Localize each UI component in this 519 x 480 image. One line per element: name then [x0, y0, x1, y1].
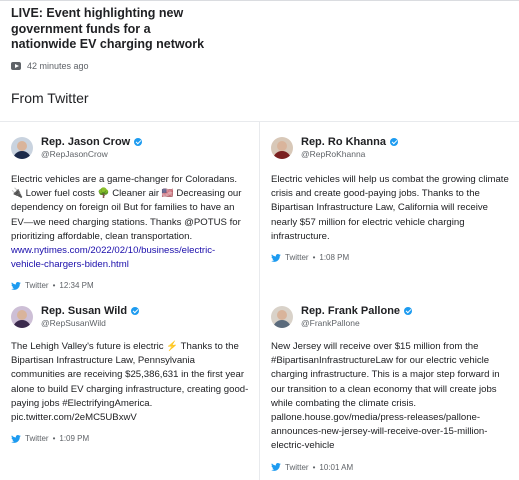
separator-dot: • [52, 434, 56, 444]
avatar[interactable] [11, 136, 33, 159]
tweet-header: Rep. Frank Pallone @FrankPallone [271, 305, 511, 328]
twitter-bird-icon [271, 253, 281, 262]
tweet-header: Rep. Ro Khanna @RepRoKhanna [271, 136, 511, 159]
tweet-footer: Twitter • 10:01 AM [271, 463, 511, 472]
tweet-card-jason-crow[interactable]: Rep. Jason Crow @RepJasonCrow Electric v… [11, 136, 246, 290]
tweet-author-handle[interactable]: @RepRoKhanna [301, 149, 398, 159]
live-story-meta: 42 minutes ago [11, 61, 211, 71]
tweet-time[interactable]: 1:08 PM [319, 253, 349, 262]
tweet-author-name[interactable]: Rep. Frank Pallone [301, 305, 400, 317]
tweet-card-frank-pallone[interactable]: Rep. Frank Pallone @FrankPallone New Jer… [271, 305, 511, 472]
tweet-time[interactable]: 1:09 PM [59, 434, 89, 443]
tweet-time[interactable]: 12:34 PM [59, 281, 93, 290]
tweet-author-handle[interactable]: @FrankPallone [301, 318, 412, 328]
live-story-card[interactable]: LIVE: Event highlighting new government … [11, 6, 211, 71]
tweet-footer: Twitter • 1:09 PM [11, 434, 251, 443]
separator-dot: • [312, 462, 316, 472]
tweet-text: New Jersey will receive over $15 million… [271, 341, 500, 452]
tweet-author-handle[interactable]: @RepJasonCrow [41, 149, 142, 159]
verified-icon [389, 138, 398, 146]
top-divider [0, 0, 519, 1]
avatar[interactable] [11, 305, 33, 328]
twitter-bird-icon [11, 281, 21, 290]
tweet-source[interactable]: Twitter [25, 281, 49, 290]
verified-icon [134, 138, 143, 146]
tweet-author-name[interactable]: Rep. Susan Wild [41, 305, 127, 317]
twitter-bird-icon [11, 434, 21, 443]
tweet-author-name[interactable]: Rep. Ro Khanna [301, 136, 386, 148]
verified-icon [131, 307, 140, 315]
tweet-source[interactable]: Twitter [25, 434, 49, 443]
tweet-card-susan-wild[interactable]: Rep. Susan Wild @RepSusanWild The Lehigh… [11, 305, 251, 443]
tweet-source[interactable]: Twitter [285, 253, 309, 262]
tweet-source[interactable]: Twitter [285, 463, 309, 472]
live-story-title[interactable]: LIVE: Event highlighting new government … [11, 6, 211, 53]
tweet-link[interactable]: www.nytimes.com/2022/02/10/business/elec… [11, 244, 246, 272]
tweets-column-divider [259, 121, 260, 480]
twitter-bird-icon [271, 463, 281, 471]
avatar[interactable] [271, 305, 293, 328]
video-icon [11, 61, 21, 70]
tweet-footer: Twitter • 1:08 PM [271, 253, 511, 262]
tweet-time[interactable]: 10:01 AM [319, 463, 353, 472]
avatar[interactable] [271, 136, 293, 159]
verified-icon [404, 307, 413, 315]
separator-dot: • [312, 253, 316, 263]
tweet-author-name[interactable]: Rep. Jason Crow [41, 136, 130, 148]
tweet-text: The Lehigh Valley's future is electric ⚡… [11, 341, 249, 424]
tweet-author-handle[interactable]: @RepSusanWild [41, 318, 139, 328]
tweet-text: Electric vehicles are a game-changer for… [11, 174, 242, 242]
section-heading: From Twitter [11, 90, 89, 106]
live-story-time: 42 minutes ago [27, 60, 89, 71]
tweet-header: Rep. Susan Wild @RepSusanWild [11, 305, 251, 328]
tweet-footer: Twitter • 12:34 PM [11, 281, 246, 290]
tweet-text: Electric vehicles will help us combat th… [271, 174, 509, 242]
tweet-header: Rep. Jason Crow @RepJasonCrow [11, 136, 246, 159]
separator-dot: • [52, 281, 56, 291]
tweet-card-ro-khanna[interactable]: Rep. Ro Khanna @RepRoKhanna Electric veh… [271, 136, 511, 262]
